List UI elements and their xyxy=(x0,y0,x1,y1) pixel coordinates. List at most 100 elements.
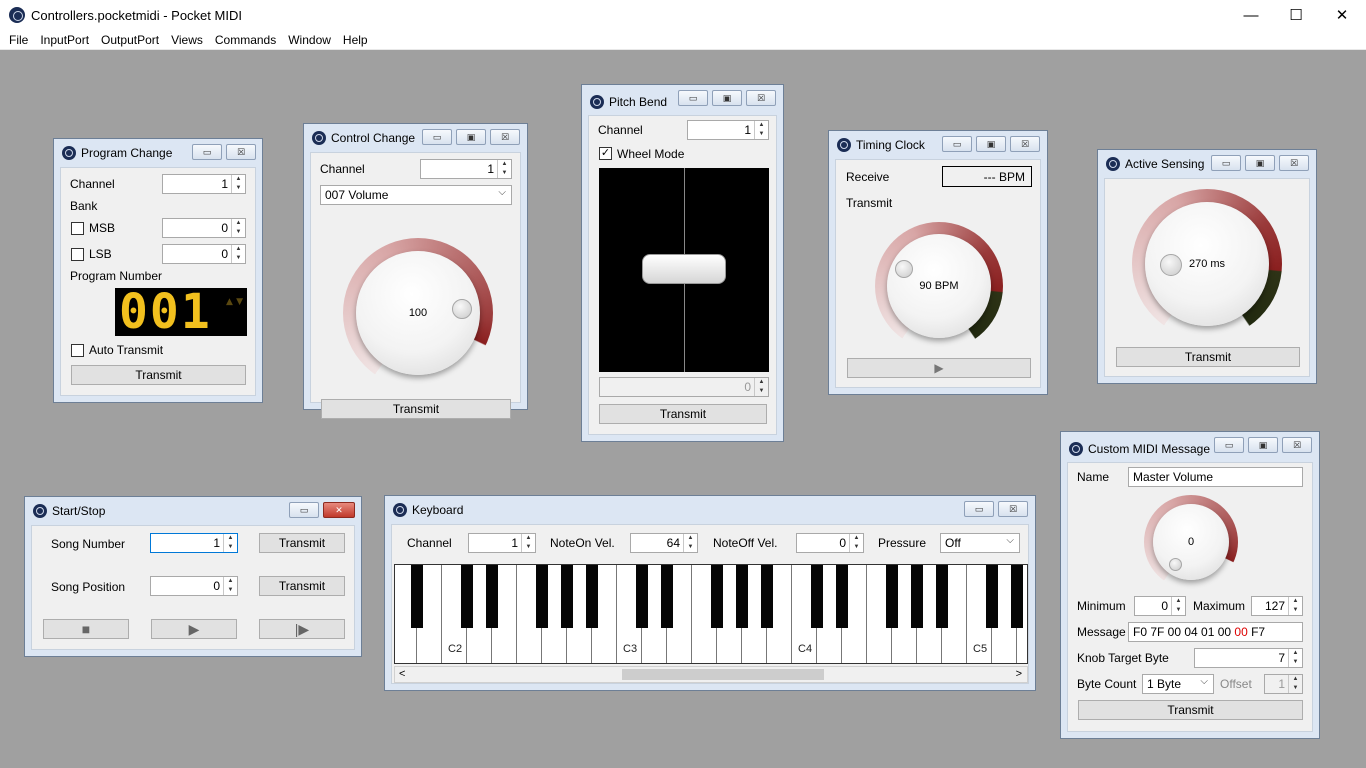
window-titlebar[interactable]: Control Change ▭ ▣ ☒ xyxy=(304,124,527,152)
transmit-button[interactable]: Transmit xyxy=(71,365,246,385)
window-close-button[interactable]: ☒ xyxy=(490,129,520,145)
menu-help[interactable]: Help xyxy=(343,33,368,47)
wheel-mode-checkbox[interactable]: ✓ xyxy=(599,147,612,160)
menu-commands[interactable]: Commands xyxy=(215,33,276,47)
scrollbar-thumb[interactable] xyxy=(622,669,824,680)
scroll-right-icon[interactable]: > xyxy=(1016,668,1022,680)
controller-select[interactable]: 007 Volume ⌵ xyxy=(320,185,512,205)
window-titlebar[interactable]: Keyboard ▭ ☒ xyxy=(385,496,1035,524)
window-titlebar[interactable]: Program Change ▭ ☒ xyxy=(54,139,262,167)
auto-transmit-checkbox[interactable] xyxy=(71,344,84,357)
stepper-arrows-icon[interactable]: ▲ ▼ xyxy=(1288,675,1302,693)
byte-count-select[interactable]: 1 Byte ⌵ xyxy=(1142,674,1214,694)
window-minimize-button[interactable]: ▭ xyxy=(942,136,972,152)
keyboard-scrollbar[interactable]: < > xyxy=(394,666,1028,683)
black-key[interactable] xyxy=(411,565,423,628)
digit-arrows-icon[interactable]: ▲ ▼ xyxy=(226,294,243,310)
scroll-left-icon[interactable]: < xyxy=(399,668,405,680)
stepper-arrows-icon[interactable]: ▲ ▼ xyxy=(1288,597,1302,615)
song-position-transmit-button[interactable]: Transmit xyxy=(259,576,345,596)
maximize-button[interactable]: ☐ xyxy=(1273,0,1319,30)
pitch-bend-pad[interactable] xyxy=(599,168,769,372)
channel-stepper[interactable]: 1 ▲ ▼ xyxy=(687,120,769,140)
value-knob[interactable]: 0 xyxy=(1144,495,1238,589)
knob-target-stepper[interactable]: 7 ▲ ▼ xyxy=(1194,648,1303,668)
window-minimize-button[interactable]: ▭ xyxy=(1211,155,1241,171)
window-minimize-button[interactable]: ▭ xyxy=(1214,437,1244,453)
black-key[interactable] xyxy=(586,565,598,628)
black-key[interactable] xyxy=(461,565,473,628)
black-key[interactable] xyxy=(811,565,823,628)
window-maximize-button[interactable]: ▣ xyxy=(1245,155,1275,171)
window-minimize-button[interactable]: ▭ xyxy=(422,129,452,145)
stepper-arrows-icon[interactable]: ▲ ▼ xyxy=(1288,649,1302,667)
black-key[interactable] xyxy=(986,565,998,628)
black-key[interactable] xyxy=(1011,565,1023,628)
black-key[interactable] xyxy=(761,565,773,628)
stop-button[interactable]: ■ xyxy=(43,619,129,639)
window-titlebar[interactable]: Pitch Bend ▭ ▣ ☒ xyxy=(582,88,783,116)
window-titlebar[interactable]: Active Sensing ▭ ▣ ☒ xyxy=(1098,150,1316,178)
black-key[interactable] xyxy=(711,565,723,628)
song-position-stepper[interactable]: 0 ▲ ▼ xyxy=(150,576,238,596)
menu-file[interactable]: File xyxy=(9,33,28,47)
minimum-stepper[interactable]: 0 ▲ ▼ xyxy=(1134,596,1186,616)
window-minimize-button[interactable]: ▭ xyxy=(678,90,708,106)
transmit-button[interactable]: Transmit xyxy=(1116,347,1300,367)
black-key[interactable] xyxy=(886,565,898,628)
song-number-stepper[interactable]: 1 ▲ ▼ xyxy=(150,533,238,553)
window-close-button[interactable]: ☒ xyxy=(226,144,256,160)
piano-keyboard[interactable]: C2 C3 C4 C5 xyxy=(394,564,1028,664)
menu-outputport[interactable]: OutputPort xyxy=(101,33,159,47)
window-maximize-button[interactable]: ▣ xyxy=(1248,437,1278,453)
black-key[interactable] xyxy=(561,565,573,628)
window-close-button[interactable]: ☒ xyxy=(1279,155,1309,171)
close-button[interactable]: ✕ xyxy=(1319,0,1365,30)
name-input[interactable]: Master Volume xyxy=(1128,467,1303,487)
window-titlebar[interactable]: Custom MIDI Message ▭ ▣ ☒ xyxy=(1061,435,1319,463)
song-number-transmit-button[interactable]: Transmit xyxy=(259,533,345,553)
window-minimize-button[interactable]: ▭ xyxy=(964,501,994,517)
window-close-button[interactable]: ☒ xyxy=(746,90,776,106)
msb-stepper[interactable]: 0 ▲ ▼ xyxy=(162,218,246,238)
black-key[interactable] xyxy=(936,565,948,628)
black-key[interactable] xyxy=(486,565,498,628)
transmit-button[interactable]: Transmit xyxy=(1078,700,1303,720)
stepper-arrows-icon[interactable]: ▲ ▼ xyxy=(754,378,768,396)
stepper-arrows-icon[interactable]: ▲ ▼ xyxy=(1171,597,1185,615)
black-key[interactable] xyxy=(636,565,648,628)
stepper-arrows-icon[interactable]: ▲ ▼ xyxy=(223,577,237,595)
black-key[interactable] xyxy=(736,565,748,628)
minimize-button[interactable]: — xyxy=(1228,0,1274,30)
stepper-arrows-icon[interactable]: ▲ ▼ xyxy=(849,534,863,552)
menu-window[interactable]: Window xyxy=(288,33,331,47)
window-minimize-button[interactable]: ▭ xyxy=(289,502,319,518)
stepper-arrows-icon[interactable]: ▲ ▼ xyxy=(497,160,511,178)
stepper-arrows-icon[interactable]: ▲ ▼ xyxy=(231,219,245,237)
black-key[interactable] xyxy=(911,565,923,628)
lsb-stepper[interactable]: 0 ▲ ▼ xyxy=(162,244,246,264)
black-key[interactable] xyxy=(536,565,548,628)
stepper-arrows-icon[interactable]: ▲ ▼ xyxy=(223,534,237,552)
offset-stepper[interactable]: 1 ▲ ▼ xyxy=(1264,674,1303,694)
interval-knob[interactable]: 270 ms xyxy=(1132,189,1282,339)
channel-stepper[interactable]: 1 ▲ ▼ xyxy=(162,174,246,194)
program-number-display[interactable]: 0 0 1 ▲ ▼ xyxy=(115,288,247,336)
stepper-arrows-icon[interactable]: ▲ ▼ xyxy=(521,534,535,552)
value-stepper[interactable]: 0 ▲ ▼ xyxy=(599,377,769,397)
continue-button[interactable]: |▶ xyxy=(259,619,345,639)
msb-checkbox[interactable] xyxy=(71,222,84,235)
window-close-button[interactable]: ✕ xyxy=(323,502,355,518)
window-titlebar[interactable]: Timing Clock ▭ ▣ ☒ xyxy=(829,131,1047,159)
stepper-arrows-icon[interactable]: ▲ ▼ xyxy=(231,245,245,263)
window-maximize-button[interactable]: ▣ xyxy=(456,129,486,145)
window-maximize-button[interactable]: ▣ xyxy=(976,136,1006,152)
window-close-button[interactable]: ☒ xyxy=(1010,136,1040,152)
message-input[interactable]: F0 7F 00 04 01 00 00 F7 xyxy=(1128,622,1303,642)
channel-stepper[interactable]: 1 ▲ ▼ xyxy=(468,533,536,553)
menu-inputport[interactable]: InputPort xyxy=(40,33,89,47)
pitch-bend-handle[interactable] xyxy=(642,254,726,284)
window-minimize-button[interactable]: ▭ xyxy=(192,144,222,160)
channel-stepper[interactable]: 1 ▲ ▼ xyxy=(420,159,512,179)
play-button[interactable]: ▶ xyxy=(847,358,1031,378)
